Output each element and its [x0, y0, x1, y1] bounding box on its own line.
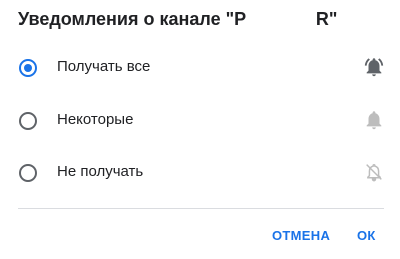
option-some[interactable]: Некоторые [0, 95, 400, 147]
cancel-button[interactable]: ОТМЕНА [272, 228, 330, 243]
radio-some[interactable] [19, 112, 37, 130]
notification-settings-dialog: Уведомления о канале "P R" Получать все … [0, 0, 400, 259]
radio-receive-all[interactable] [19, 59, 37, 77]
bell-off-icon [366, 164, 382, 182]
option-label-some: Некоторые [57, 111, 134, 128]
option-receive-all[interactable]: Получать все [0, 42, 400, 94]
dialog-title: Уведомления о канале "P R" [18, 9, 338, 29]
ok-button[interactable]: ОК [357, 228, 376, 243]
option-label-receive-all: Получать все [57, 58, 151, 75]
bell-icon [366, 111, 382, 130]
bell-ring-icon [364, 58, 384, 77]
divider [18, 208, 384, 209]
radio-none[interactable] [19, 164, 37, 182]
option-label-none: Не получать [57, 163, 144, 180]
option-none[interactable]: Не получать [0, 147, 400, 199]
